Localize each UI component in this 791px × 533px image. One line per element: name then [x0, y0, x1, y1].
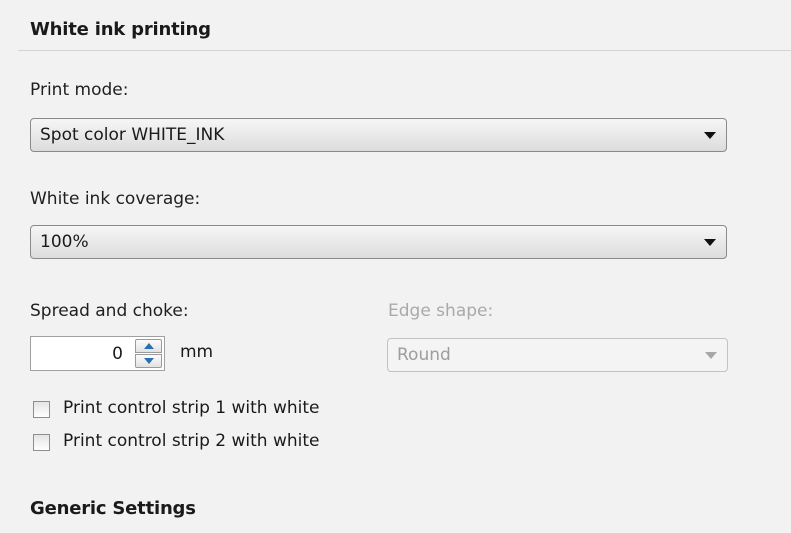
white-ink-coverage-value: 100% [40, 232, 89, 252]
edge-shape-dropdown[interactable]: Round [387, 338, 728, 372]
stepper-down-button[interactable] [135, 354, 162, 368]
print-mode-dropdown[interactable]: Spot color WHITE_INK [30, 118, 727, 152]
section-title-white-ink: White ink printing [30, 19, 211, 40]
section-title-generic-settings: Generic Settings [30, 498, 196, 519]
section-divider [18, 50, 791, 51]
control-strip-1-checkbox[interactable] [33, 401, 50, 418]
arrow-down-icon [144, 358, 154, 364]
spread-choke-label: Spread and choke: [30, 301, 189, 321]
print-mode-label: Print mode: [30, 80, 129, 100]
spread-choke-stepper[interactable]: 0 [30, 336, 165, 371]
spread-choke-unit: mm [180, 342, 214, 362]
chevron-down-icon [705, 352, 717, 359]
stepper-up-button[interactable] [135, 339, 162, 353]
chevron-down-icon [704, 132, 716, 139]
arrow-up-icon [144, 343, 154, 349]
print-mode-value: Spot color WHITE_INK [40, 125, 225, 145]
control-strip-2-label[interactable]: Print control strip 2 with white [63, 431, 320, 451]
white-ink-coverage-label: White ink coverage: [30, 189, 201, 209]
edge-shape-label: Edge shape: [388, 301, 494, 321]
control-strip-2-checkbox[interactable] [33, 434, 50, 451]
chevron-down-icon [704, 239, 716, 246]
edge-shape-value: Round [397, 345, 451, 365]
white-ink-coverage-dropdown[interactable]: 100% [30, 225, 727, 259]
stepper-buttons [135, 339, 162, 368]
control-strip-1-label[interactable]: Print control strip 1 with white [63, 398, 320, 418]
spread-choke-value[interactable]: 0 [112, 344, 123, 364]
